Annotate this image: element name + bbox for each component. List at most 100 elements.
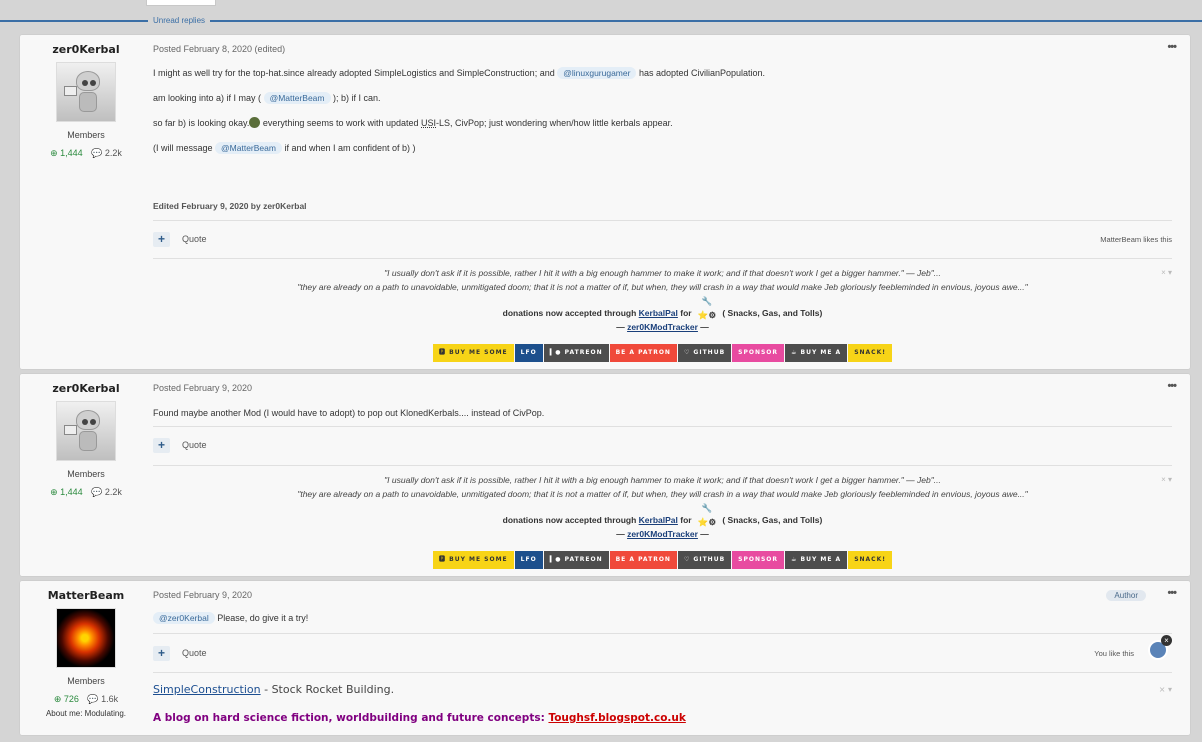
- author-name[interactable]: zer0Kerbal: [20, 43, 152, 56]
- donation-badge[interactable]: Snack!: [848, 344, 892, 362]
- author-stats: ⊕ 726 💬 1.6k: [20, 694, 152, 705]
- reactions-summary[interactable]: MatterBeam likes this: [1100, 235, 1172, 244]
- post-date[interactable]: Posted February 9, 2020: [153, 590, 252, 600]
- emoji-icon: [249, 117, 261, 128]
- post-date[interactable]: Posted February 8, 2020 (edited): [153, 44, 285, 54]
- member-role: Members: [67, 469, 105, 479]
- author-name[interactable]: zer0Kerbal: [20, 382, 152, 395]
- donation-badge[interactable]: Sponsor: [732, 551, 785, 569]
- edited-notice: Edited February 9, 2020 by zer0Kerbal: [153, 201, 307, 211]
- donation-badge[interactable]: 🅿 Buy me some: [433, 344, 514, 362]
- tracker-line: — zer0KModTracker —: [616, 529, 709, 539]
- multiquote-button[interactable]: +: [153, 232, 170, 247]
- donation-badge[interactable]: Be a patron: [609, 344, 677, 362]
- post-content: Found maybe another Mod (I would have to…: [153, 408, 545, 418]
- multiquote-button[interactable]: +: [153, 646, 170, 661]
- member-role: Members: [67, 676, 105, 686]
- top-tab: [146, 0, 216, 6]
- snack-icons: 🔧⭐⚙: [697, 296, 717, 320]
- more-options-icon[interactable]: •••: [1167, 380, 1177, 392]
- remove-reaction-icon[interactable]: ×: [1161, 635, 1172, 646]
- mention-zer0kerbal[interactable]: @zer0Kerbal: [153, 612, 215, 624]
- donation-badge[interactable]: ♡ Github: [677, 344, 732, 362]
- blog-line: A blog on hard science fiction, worldbui…: [153, 712, 686, 724]
- more-options-icon[interactable]: •••: [1167, 41, 1177, 53]
- avatar[interactable]: [56, 401, 116, 461]
- donation-badge[interactable]: Snack!: [848, 551, 892, 569]
- divider: [153, 220, 1172, 221]
- about-me: About me: Modulating.: [45, 709, 127, 718]
- modtracker-link[interactable]: zer0KModTracker: [627, 529, 698, 539]
- author-stats: ⊕ 1,444 💬 2.2k: [20, 148, 152, 159]
- donation-badge[interactable]: ▍● Patreon: [543, 551, 609, 569]
- donation-badges: 🅿 Buy me some LFO ▍● Patreon Be a patron ♡ G…: [433, 551, 892, 569]
- divider: [153, 258, 1172, 259]
- snack-icons: 🔧⭐⚙: [697, 503, 717, 527]
- divider: [153, 672, 1172, 673]
- reactions-summary[interactable]: You like this: [1094, 649, 1134, 658]
- simpleconstruction-link[interactable]: SimpleConstruction: [153, 683, 261, 696]
- post-content: I might as well try for the top-hat.sinc…: [153, 67, 766, 154]
- author-name[interactable]: MatterBeam: [20, 589, 152, 602]
- more-options-icon[interactable]: •••: [1167, 587, 1177, 599]
- post-actions: + Quote: [153, 438, 1172, 454]
- hide-signature-icon[interactable]: × ▾: [1161, 475, 1172, 484]
- donation-line: donations now accepted through KerbalPal…: [502, 503, 823, 527]
- donation-badge[interactable]: 🅿 Buy me some: [433, 551, 514, 569]
- signature: × ▾ "I usually don't ask if it is possib…: [153, 473, 1172, 569]
- signature: × ▾ "I usually don't ask if it is possib…: [153, 266, 1172, 362]
- hide-signature-icon[interactable]: × ▾: [1161, 268, 1172, 277]
- kerbalpal-link[interactable]: KerbalPal: [639, 308, 678, 318]
- post-3: MatterBeam Members ⊕ 726 💬 1.6k About me…: [20, 581, 1190, 735]
- multiquote-button[interactable]: +: [153, 438, 170, 453]
- reputation-badge: ⊕ 726: [53, 694, 79, 704]
- donation-badge[interactable]: ☕ Buy me a: [785, 344, 848, 362]
- member-role: Members: [67, 130, 105, 140]
- mention-matterbeam[interactable]: @MatterBeam: [215, 142, 282, 154]
- quote-button[interactable]: Quote: [182, 234, 207, 244]
- quote-button[interactable]: Quote: [182, 648, 207, 658]
- post-count: 💬 2.2k: [91, 487, 122, 497]
- donation-badges: 🅿 Buy me some LFO ▍● Patreon Be a patron ♡ G…: [433, 344, 892, 362]
- signature-quote-1: "I usually don't ask if it is possible, …: [384, 268, 941, 278]
- post-2: zer0Kerbal Members ⊕ 1,444 💬 2.2k Posted…: [20, 374, 1190, 576]
- modtracker-link[interactable]: zer0KModTracker: [627, 322, 698, 332]
- avatar[interactable]: [56, 608, 116, 668]
- reputation-badge: ⊕ 1,444: [50, 148, 83, 158]
- donation-badge[interactable]: LFO: [514, 551, 543, 569]
- reputation-badge: ⊕ 1,444: [50, 487, 83, 497]
- donation-badge[interactable]: ♡ Github: [677, 551, 732, 569]
- donation-badge[interactable]: LFO: [514, 344, 543, 362]
- post-count: 💬 1.6k: [87, 694, 119, 704]
- author-panel: zer0Kerbal Members ⊕ 1,444 💬 2.2k: [20, 35, 152, 159]
- mention-matterbeam[interactable]: @MatterBeam: [263, 92, 331, 104]
- signature-quote-2: "they are already on a path to unavoidab…: [297, 282, 1028, 292]
- blog-link[interactable]: Toughsf.blogspot.co.uk: [548, 712, 685, 724]
- usi-abbr: USI: [421, 118, 437, 128]
- author-panel: zer0Kerbal Members ⊕ 1,444 💬 2.2k: [20, 374, 152, 498]
- donation-badge[interactable]: Be a patron: [609, 551, 677, 569]
- donation-line: donations now accepted through KerbalPal…: [502, 296, 823, 320]
- signature-quote-2: "they are already on a path to unavoidab…: [297, 489, 1028, 499]
- donation-badge[interactable]: Sponsor: [732, 344, 785, 362]
- signature: × ▾ SimpleConstruction - Stock Rocket Bu…: [153, 683, 1172, 724]
- divider: [153, 426, 1172, 427]
- author-stats: ⊕ 1,444 💬 2.2k: [20, 487, 152, 498]
- author-badge: Author: [1106, 590, 1146, 601]
- tracker-line: — zer0KModTracker —: [616, 322, 709, 332]
- mention-linuxgurugamer[interactable]: @linuxgurugamer: [557, 67, 637, 79]
- divider: [153, 465, 1172, 466]
- hide-signature-icon[interactable]: × ▾: [1159, 685, 1172, 694]
- kerbalpal-link[interactable]: KerbalPal: [639, 515, 678, 525]
- post-count: 💬 2.2k: [91, 148, 122, 158]
- unread-replies-label: Unread replies: [148, 16, 211, 25]
- post-1: zer0Kerbal Members ⊕ 1,444 💬 2.2k Posted…: [20, 35, 1190, 369]
- author-panel: MatterBeam Members ⊕ 726 💬 1.6k About me…: [20, 581, 152, 718]
- post-date[interactable]: Posted February 9, 2020: [153, 383, 252, 393]
- donation-badge[interactable]: ▍● Patreon: [543, 344, 609, 362]
- quote-button[interactable]: Quote: [182, 440, 207, 450]
- divider: [153, 633, 1172, 634]
- signature-quote-1: "I usually don't ask if it is possible, …: [384, 475, 941, 485]
- donation-badge[interactable]: ☕ Buy me a: [785, 551, 848, 569]
- avatar[interactable]: [56, 62, 116, 122]
